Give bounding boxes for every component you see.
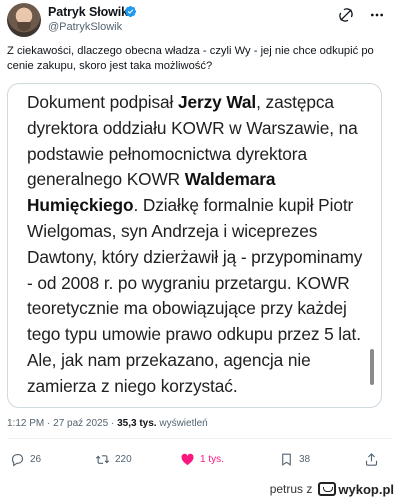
divider: [7, 438, 393, 439]
bookmark-button[interactable]: 38: [279, 448, 310, 470]
heart-filled-icon: [181, 453, 194, 465]
card-bold-name: Jerzy Wal: [177, 92, 257, 112]
bookmark-icon: [282, 453, 291, 466]
more-options-icon[interactable]: [368, 7, 386, 23]
view-count: 35,3 tys.: [117, 418, 157, 429]
watermark: petrus z wykop.pl: [270, 480, 394, 498]
author-name[interactable]: Patryk Słowik: [48, 5, 128, 19]
grok-icon[interactable]: [338, 7, 354, 23]
tweet-meta: 1:12 PM · 27 paź 2025 · 35,3 tys. wyświe…: [7, 418, 208, 429]
bookmark-count: 38: [299, 453, 311, 465]
author-handle[interactable]: @PatrykSlowik: [48, 21, 122, 33]
quoted-image-card[interactable]: Dokument podpisał Jerzy Wal, zastępca dy…: [7, 83, 382, 408]
reply-button[interactable]: 26: [10, 448, 41, 470]
repost-count: 220: [115, 453, 132, 465]
verified-badge-icon: [124, 5, 137, 18]
card-scrollbar[interactable]: [370, 349, 374, 385]
wykop-logo: wykop.pl: [318, 482, 394, 497]
card-text-segment: . Działkę formalnie kupił Piotr Wielgoma…: [27, 195, 363, 396]
like-button[interactable]: 1 tys.: [180, 448, 224, 470]
share-button[interactable]: [364, 448, 384, 470]
tweet-timestamp[interactable]: 1:12 PM · 27 paź 2025 ·: [7, 418, 114, 429]
tweet-text: Z ciekawości, dlaczego obecna władza - c…: [7, 45, 374, 72]
card-text-segment: Dokument podpisał: [27, 92, 178, 112]
reply-icon: [11, 453, 24, 467]
card-article-text: Dokument podpisał Jerzy Wal, zastępca dy…: [27, 90, 372, 400]
reply-count: 26: [30, 453, 42, 465]
tweet-header: Patryk Słowik @PatrykSlowik: [0, 0, 400, 40]
wykop-logo-icon: [318, 482, 337, 496]
repost-button[interactable]: 220: [95, 448, 132, 470]
action-bar: 26 220 1 tys. 38: [0, 448, 400, 470]
like-count: 1 tys.: [200, 453, 224, 465]
wykop-logo-text: wykop.pl: [338, 481, 394, 497]
repost-icon: [95, 454, 110, 464]
view-label: wyświetleń: [159, 418, 208, 429]
watermark-source: petrus z: [269, 482, 313, 496]
author-avatar[interactable]: [7, 3, 41, 37]
share-icon: [365, 452, 378, 466]
